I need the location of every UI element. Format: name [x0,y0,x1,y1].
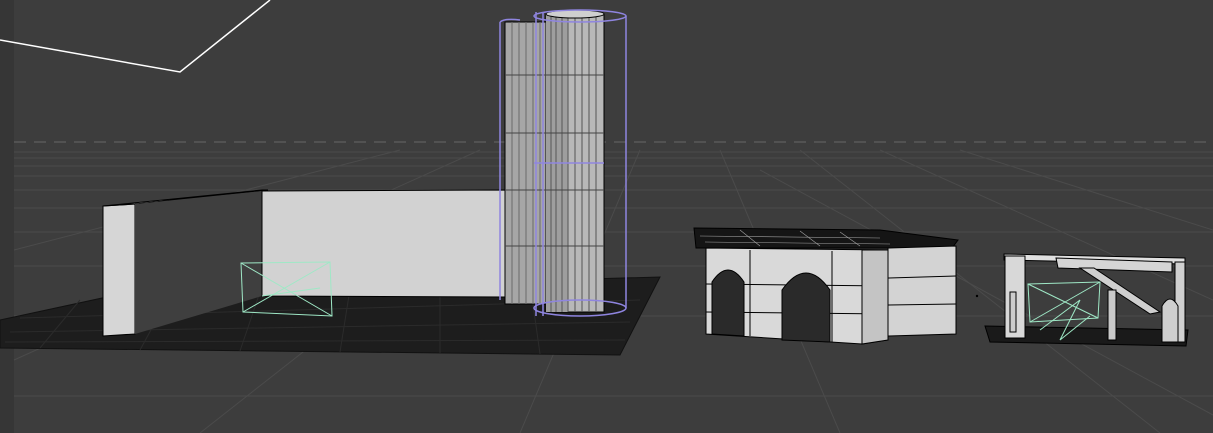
guide-line [0,0,271,73]
wall-center-long[interactable] [261,189,506,298]
cylinder-tower-selected[interactable] [499,9,627,317]
3d-viewport[interactable] [0,0,1213,433]
arch-building[interactable] [693,227,959,345]
small-structure-right[interactable] [984,253,1189,347]
pivot-point [975,294,979,298]
scene-canvas[interactable] [0,0,1213,433]
